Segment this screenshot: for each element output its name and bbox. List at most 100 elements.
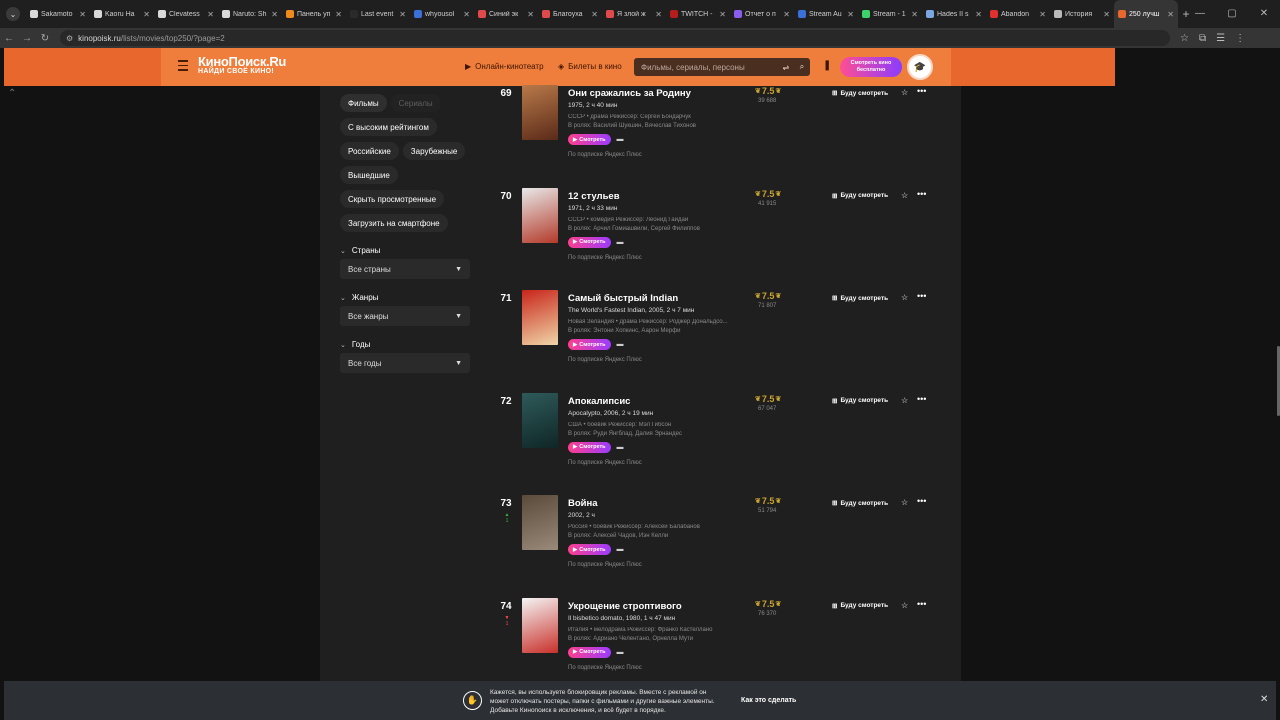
- browser-tab[interactable]: 250 лучш ✕: [1114, 0, 1178, 28]
- more-options-icon[interactable]: •••: [917, 291, 926, 301]
- countries-select[interactable]: Все страны ▼: [340, 259, 470, 279]
- browser-tab[interactable]: TWITCH - ✕: [666, 0, 730, 28]
- movie-item[interactable]: 70 12 стульев 1971, 2 ч 33 мин СССР • ко…: [496, 187, 936, 291]
- tab-close-icon[interactable]: ✕: [975, 10, 982, 19]
- tab-close-icon[interactable]: ✕: [911, 10, 918, 19]
- browser-tab[interactable]: Clevatess ✕: [154, 0, 218, 28]
- movie-poster[interactable]: [522, 495, 558, 550]
- extensions-icon[interactable]: ⧉: [1199, 33, 1206, 44]
- free-cinema-button[interactable]: Смотреть кино бесплатно: [840, 57, 902, 77]
- filters-icon[interactable]: ⇌: [778, 63, 794, 72]
- will-watch-button[interactable]: ⊞ Буду смотреть: [832, 499, 888, 508]
- browser-tab[interactable]: Naruto: Sh ✕: [218, 0, 282, 28]
- movie-poster[interactable]: [522, 290, 558, 345]
- watch-button[interactable]: ▶ Смотреть: [568, 339, 611, 350]
- will-watch-button[interactable]: ⊞ Буду смотреть: [832, 89, 888, 98]
- browser-tab[interactable]: Sakamoto ✕: [26, 0, 90, 28]
- browser-tab[interactable]: Last event ✕: [346, 0, 410, 28]
- rate-star-icon[interactable]: ☆: [901, 601, 908, 610]
- watch-button[interactable]: ▶ Смотреть: [568, 544, 611, 555]
- trailer-icon[interactable]: ▬: [617, 546, 624, 553]
- minimize-icon[interactable]: —: [1184, 0, 1216, 28]
- will-watch-button[interactable]: ⊞ Буду смотреть: [832, 192, 888, 200]
- movie-item[interactable]: 72 Апокалипсис Apocalypto, 2006, 2 ч 19 …: [496, 392, 936, 496]
- movie-item[interactable]: 71 Самый быстрый Indian The World's Fast…: [496, 290, 936, 393]
- browser-tab[interactable]: whyousol ✕: [410, 0, 474, 28]
- movie-poster[interactable]: [522, 597, 558, 653]
- trailer-icon[interactable]: ▬: [617, 444, 624, 451]
- trailer-icon[interactable]: ▬: [617, 649, 624, 656]
- tab-close-icon[interactable]: ✕: [399, 10, 406, 19]
- more-options-icon[interactable]: •••: [917, 599, 926, 609]
- maximize-icon[interactable]: ▢: [1216, 0, 1248, 28]
- page-scrollbar[interactable]: [1276, 88, 1280, 720]
- tab-search-icon[interactable]: ⌄: [6, 7, 20, 21]
- search-input[interactable]: Фильмы, сериалы, персоны: [634, 63, 778, 72]
- trailer-icon[interactable]: ▬: [617, 341, 624, 348]
- will-watch-button[interactable]: ⊞ Буду смотреть: [832, 294, 888, 303]
- movie-poster[interactable]: [522, 187, 558, 243]
- online-cinema-link[interactable]: ▶ Онлайн-кинотеатр: [465, 62, 544, 71]
- more-options-icon[interactable]: •••: [917, 189, 926, 199]
- how-to-link[interactable]: Как это сделать: [741, 697, 796, 704]
- filter-released[interactable]: Вышедшие: [340, 166, 398, 184]
- more-options-icon[interactable]: •••: [917, 86, 926, 96]
- genres-toggle[interactable]: ⌄ Жанры: [340, 293, 475, 302]
- reload-icon[interactable]: ↻: [36, 33, 54, 44]
- movie-title[interactable]: Самый быстрый Indian: [568, 293, 748, 304]
- watch-button[interactable]: ▶ Смотреть: [568, 134, 611, 145]
- years-select[interactable]: Все годы ▼: [340, 353, 470, 373]
- movie-title[interactable]: Они сражались за Родину: [568, 88, 748, 99]
- browser-tab[interactable]: История ✕: [1050, 0, 1114, 28]
- browser-tab[interactable]: Kaoru Ha ✕: [90, 0, 154, 28]
- browser-tab[interactable]: Hades II s ✕: [922, 0, 986, 28]
- watch-button[interactable]: ▶ Смотреть: [568, 236, 611, 248]
- genres-select[interactable]: Все жанры ▼: [340, 306, 470, 326]
- tab-close-icon[interactable]: ✕: [783, 10, 790, 19]
- close-window-icon[interactable]: ✕: [1248, 0, 1280, 28]
- rate-star-icon[interactable]: ☆: [901, 88, 908, 97]
- tab-close-icon[interactable]: ✕: [591, 10, 598, 19]
- profile-icon[interactable]: ☰: [1216, 33, 1225, 44]
- forward-icon[interactable]: →: [18, 33, 36, 44]
- search-box[interactable]: Фильмы, сериалы, персоны ⇌ ⌕: [634, 58, 810, 76]
- bookmark-star-icon[interactable]: ☆: [1180, 33, 1189, 44]
- movie-item[interactable]: 69 Они сражались за Родину 1975, 2 ч 40 …: [496, 85, 936, 188]
- movie-poster[interactable]: [522, 392, 558, 448]
- search-icon[interactable]: ⌕: [794, 62, 810, 72]
- filter-hide-watched[interactable]: Скрыть просмотренные: [340, 190, 445, 208]
- rate-star-icon[interactable]: ☆: [901, 191, 908, 200]
- menu-icon[interactable]: [178, 60, 188, 74]
- url-field[interactable]: ⚙ kinopoisk.ru/lists/movies/top250/?page…: [60, 30, 1170, 46]
- tab-close-icon[interactable]: ✕: [655, 10, 662, 19]
- trailer-icon[interactable]: ▬: [617, 136, 624, 143]
- movie-title[interactable]: Апокалипсис: [568, 396, 748, 407]
- browser-menu-icon[interactable]: ⋮: [1235, 33, 1245, 44]
- countries-toggle[interactable]: ⌄ Страны: [340, 246, 475, 255]
- tab-close-icon[interactable]: ✕: [527, 10, 534, 19]
- bookmark-icon[interactable]: ❚: [823, 60, 831, 71]
- will-watch-button[interactable]: ⊞ Буду смотреть: [832, 397, 888, 405]
- scroll-up-icon[interactable]: ⌃: [8, 88, 16, 99]
- tab-close-icon[interactable]: ✕: [463, 10, 470, 19]
- tab-close-icon[interactable]: ✕: [271, 10, 278, 19]
- movie-title[interactable]: Война: [568, 498, 748, 509]
- watch-button[interactable]: ▶ Смотреть: [568, 441, 611, 453]
- site-info-icon[interactable]: ⚙: [66, 34, 73, 43]
- browser-tab[interactable]: Я злой ж ✕: [602, 0, 666, 28]
- filter-high-rating[interactable]: С высоким рейтингом: [340, 118, 437, 136]
- years-toggle[interactable]: ⌄ Годы: [340, 340, 475, 349]
- filter-foreign[interactable]: Зарубежные: [402, 142, 466, 160]
- close-icon[interactable]: ✕: [1260, 694, 1268, 705]
- filter-russian[interactable]: Российские: [340, 142, 399, 160]
- site-logo[interactable]: КиноПоиск.Ru НАЙДИ СВОЁ КИНО!: [198, 54, 286, 75]
- tab-close-icon[interactable]: ✕: [1039, 10, 1046, 19]
- tab-close-icon[interactable]: ✕: [143, 10, 150, 19]
- browser-tab[interactable]: Abandon ✕: [986, 0, 1050, 28]
- browser-tab[interactable]: Отчет о п ✕: [730, 0, 794, 28]
- rate-star-icon[interactable]: ☆: [901, 396, 908, 405]
- filter-download[interactable]: Загрузить на смартфоне: [340, 214, 448, 232]
- tab-close-icon[interactable]: ✕: [79, 10, 86, 19]
- tickets-link[interactable]: ◈ Билеты в кино: [558, 62, 622, 71]
- browser-tab[interactable]: Благоуха ✕: [538, 0, 602, 28]
